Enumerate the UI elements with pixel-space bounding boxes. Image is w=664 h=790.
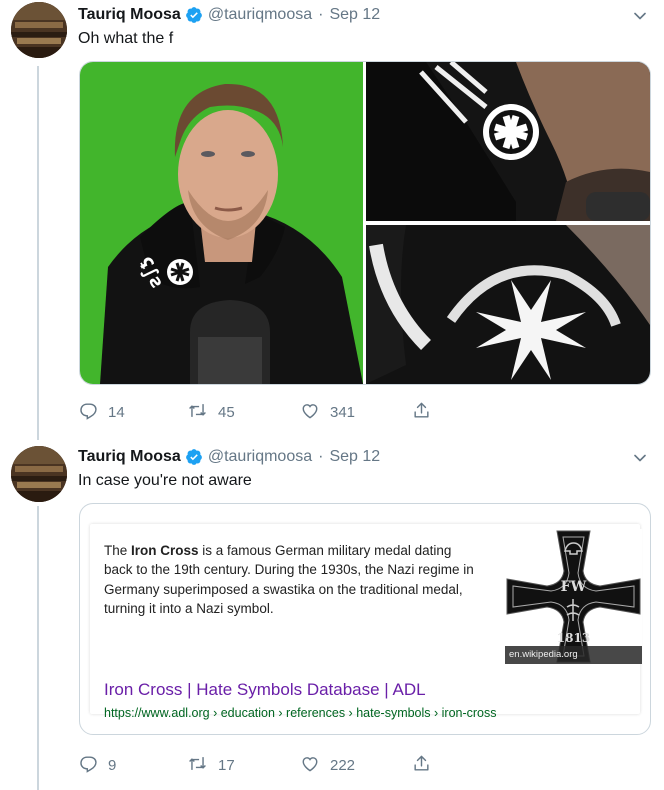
retweet-count: 17 bbox=[218, 757, 235, 774]
like-count: 222 bbox=[330, 757, 356, 774]
tweet[interactable]: Tauriq Moosa @tauriqmoosa · Sep 12 In ca… bbox=[0, 443, 664, 790]
tweet-actions: 9 17 222 bbox=[79, 754, 649, 776]
media-grid[interactable]: ʢ∫ƨ bbox=[79, 61, 651, 385]
desc-prefix: The bbox=[104, 543, 132, 558]
iron-cross-image: FW 1813 bbox=[505, 529, 642, 664]
like-button[interactable]: 222 bbox=[300, 754, 355, 777]
reply-icon bbox=[79, 401, 108, 424]
cross-year: 1813 bbox=[557, 631, 590, 645]
link-card[interactable]: The Iron Cross is a famous German milita… bbox=[79, 503, 651, 735]
reply-icon bbox=[79, 754, 108, 777]
like-count: 341 bbox=[330, 404, 356, 421]
like-icon bbox=[300, 401, 330, 424]
separator-dot: · bbox=[318, 6, 324, 23]
search-snippet: The Iron Cross is a famous German milita… bbox=[90, 524, 642, 720]
reply-count: 14 bbox=[108, 404, 125, 421]
caret-down-icon[interactable] bbox=[632, 450, 648, 466]
like-button[interactable]: 341 bbox=[300, 401, 355, 424]
card-url[interactable]: https://www.adl.org › education › refere… bbox=[104, 706, 497, 720]
share-button[interactable] bbox=[412, 754, 441, 777]
caret-down-icon[interactable] bbox=[632, 8, 648, 24]
media-image-2[interactable] bbox=[366, 62, 650, 221]
retweet-icon bbox=[187, 754, 218, 777]
author-name[interactable]: Tauriq Moosa bbox=[78, 448, 181, 466]
reply-button[interactable]: 9 bbox=[79, 754, 116, 777]
verified-icon bbox=[185, 448, 203, 466]
avatar[interactable] bbox=[11, 446, 67, 502]
like-icon bbox=[300, 754, 330, 777]
share-button[interactable] bbox=[412, 401, 441, 424]
desc-bold: Iron Cross bbox=[131, 543, 199, 558]
separator-dot: · bbox=[318, 448, 324, 465]
share-icon bbox=[412, 401, 441, 424]
author-handle[interactable]: @tauriqmoosa bbox=[208, 6, 312, 24]
tweet[interactable]: Tauriq Moosa @tauriqmoosa · Sep 12 Oh wh… bbox=[0, 0, 664, 440]
retweet-button[interactable]: 45 bbox=[187, 401, 235, 424]
retweet-icon bbox=[187, 401, 218, 424]
reply-count: 9 bbox=[108, 757, 117, 774]
author-handle[interactable]: @tauriqmoosa bbox=[208, 448, 312, 466]
media-image-1[interactable]: ʢ∫ƨ bbox=[80, 62, 363, 384]
card-title-link[interactable]: Iron Cross | Hate Symbols Database | ADL bbox=[104, 680, 426, 700]
retweet-count: 45 bbox=[218, 404, 235, 421]
snippet-description: The Iron Cross is a famous German milita… bbox=[104, 541, 479, 618]
image-caption: en.wikipedia.org bbox=[505, 646, 642, 664]
cross-letters: FW bbox=[561, 579, 587, 595]
author-name[interactable]: Tauriq Moosa bbox=[78, 6, 181, 24]
reply-button[interactable]: 14 bbox=[79, 401, 125, 424]
tweet-date[interactable]: Sep 12 bbox=[329, 448, 380, 466]
media-image-3[interactable] bbox=[366, 225, 650, 384]
avatar[interactable] bbox=[11, 2, 67, 58]
share-icon bbox=[412, 754, 441, 777]
verified-icon bbox=[185, 6, 203, 24]
tweet-date[interactable]: Sep 12 bbox=[329, 6, 380, 24]
tweet-text: In case you're not aware bbox=[78, 472, 252, 489]
tweet-text: Oh what the f bbox=[78, 30, 174, 47]
retweet-button[interactable]: 17 bbox=[187, 754, 235, 777]
tweet-actions: 14 45 341 bbox=[79, 401, 649, 423]
